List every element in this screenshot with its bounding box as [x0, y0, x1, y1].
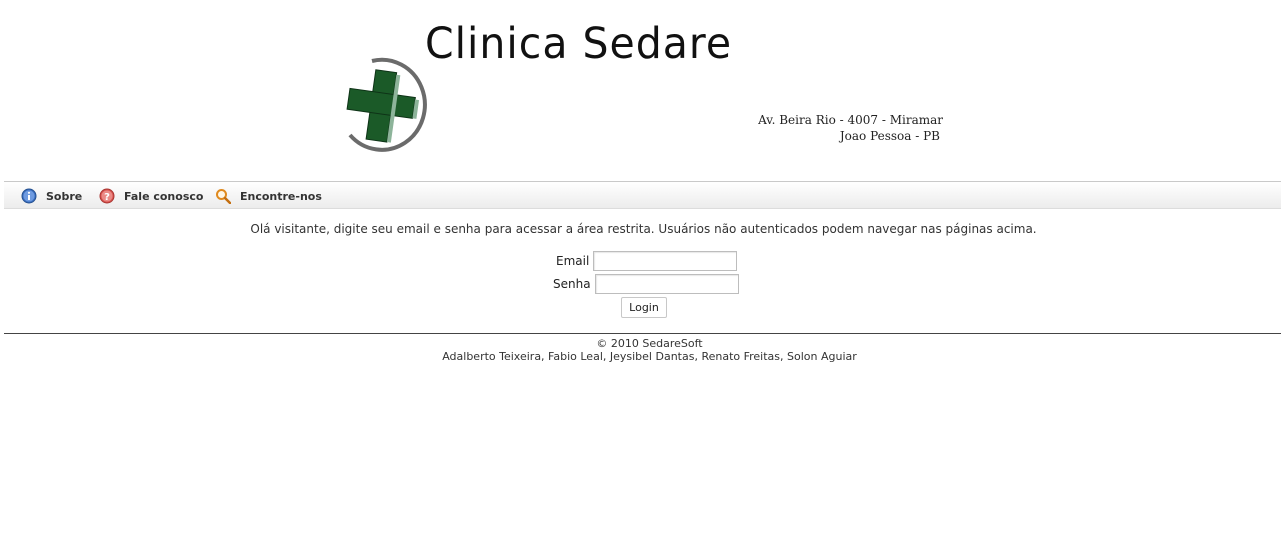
- email-row: Email: [556, 251, 738, 271]
- site-title: Clinica Sedare: [425, 18, 733, 69]
- menu-label-fale-conosco: Fale conosco: [124, 189, 204, 203]
- senha-field[interactable]: [594, 274, 739, 294]
- info-icon: [21, 188, 37, 204]
- menu-item-encontre-nos[interactable]: Encontre-nos: [215, 182, 322, 210]
- senha-label: Senha: [553, 277, 591, 291]
- menu-label-sobre: Sobre: [46, 189, 83, 203]
- help-icon: ?: [99, 188, 115, 204]
- authors: Adalberto Teixeira, Fabio Leal, Jeysibel…: [442, 350, 857, 363]
- clinic-logo-icon: [346, 57, 427, 152]
- footer: © 2010 SedareSoft Adalberto Teixeira, Fa…: [4, 333, 1281, 363]
- main-content: Olá visitante, digite seu email e senha …: [0, 210, 1281, 332]
- menu-item-fale-conosco[interactable]: ? Fale conosco: [99, 182, 203, 210]
- menu-label-encontre-nos: Encontre-nos: [240, 189, 322, 203]
- copyright: © 2010 SedareSoft: [596, 337, 703, 350]
- address-line-1: Av. Beira Rio - 4007 - Miramar: [758, 113, 943, 127]
- search-icon: [216, 189, 231, 204]
- svg-text:?: ?: [104, 192, 110, 203]
- intro-text: Olá visitante, digite seu email e senha …: [250, 222, 1037, 236]
- email-label: Email: [556, 254, 590, 268]
- header: Clinica Sedare Av. Beira Rio - 4007 - Mi…: [0, 0, 1281, 181]
- senha-row: Senha: [553, 274, 739, 294]
- address-line-2: Joao Pessoa - PB: [839, 129, 940, 143]
- email-field[interactable]: [593, 251, 738, 271]
- menu-bar: Sobre ? Fale conosco Encontre-nos: [4, 181, 1281, 209]
- login-button[interactable]: Login: [621, 297, 667, 318]
- menu-item-sobre[interactable]: Sobre: [21, 182, 82, 210]
